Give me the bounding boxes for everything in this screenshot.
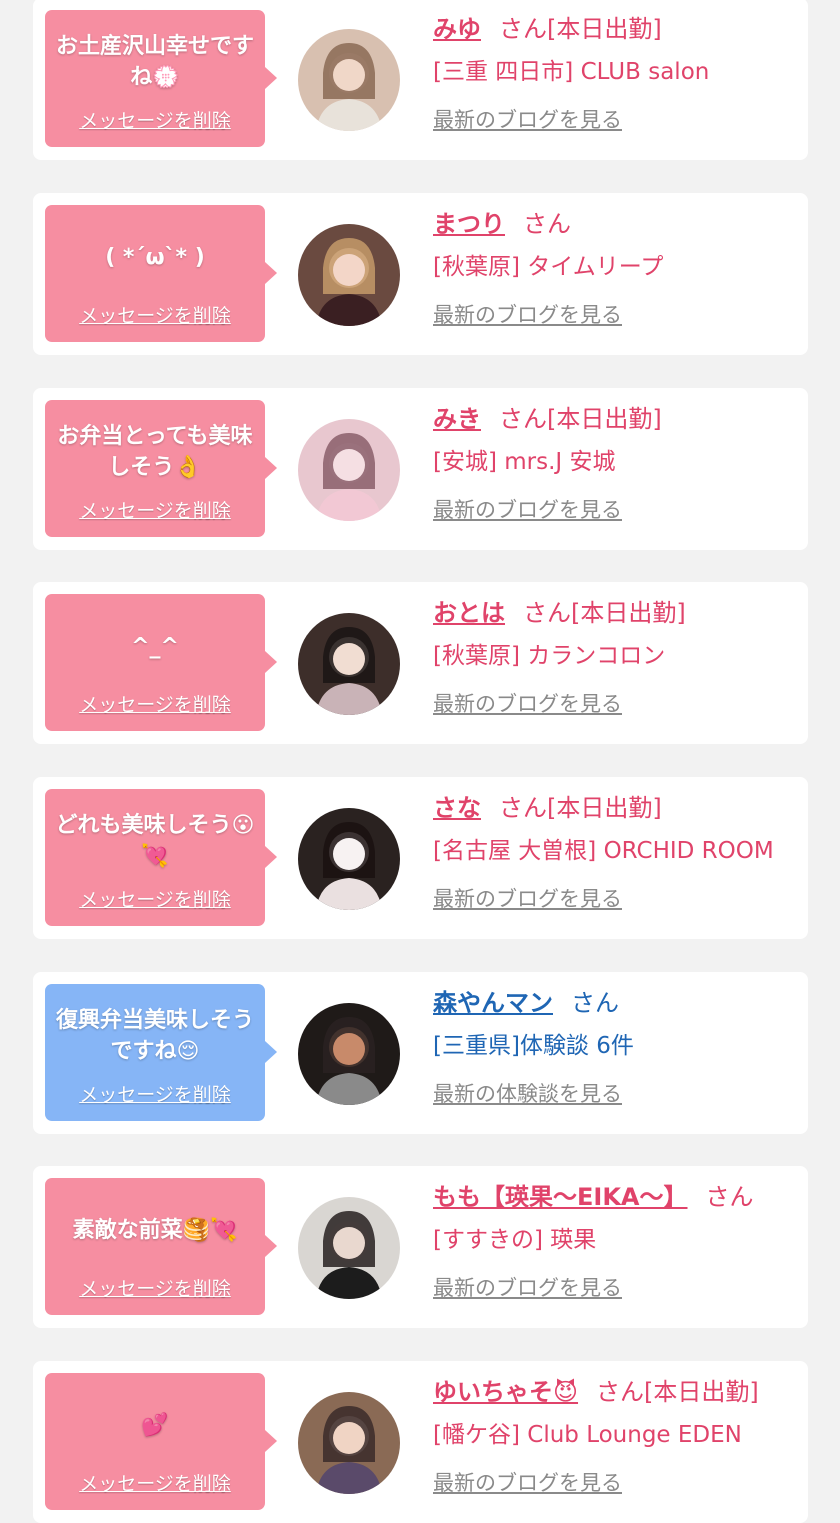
blog-link[interactable]: 最新のブログを見る (433, 1467, 803, 1497)
avatar-photo-icon (298, 224, 400, 326)
blog-link[interactable]: 最新のブログを見る (433, 494, 803, 524)
cast-info: もも【瑛果〜EIKA〜】 さん [すすきの] 瑛果 最新のブログを見る (433, 1180, 803, 1302)
cast-name-link[interactable]: さな (433, 794, 481, 822)
delete-message-link[interactable]: メッセージを削除 (45, 106, 265, 133)
cast-suffix: さん (571, 989, 619, 1017)
avatar[interactable] (298, 1197, 400, 1299)
cast-suffix: さん[本日出勤] (596, 1378, 759, 1406)
blog-link[interactable]: 最新のブログを見る (433, 688, 803, 718)
avatar-photo-icon (298, 613, 400, 715)
avatar[interactable] (298, 1392, 400, 1494)
avatar[interactable] (298, 808, 400, 910)
cast-name-line: もも【瑛果〜EIKA〜】 さん (433, 1180, 803, 1214)
delete-message-link[interactable]: メッセージを削除 (45, 885, 265, 912)
cast-suffix: さん (705, 1183, 754, 1211)
blog-link[interactable]: 最新の体験談を見る (433, 1078, 803, 1108)
blog-link[interactable]: 最新のブログを見る (433, 299, 803, 329)
cast-name-line: みゆ さん[本日出勤] (433, 12, 803, 46)
store-label: [秋葉原] カランコロン (433, 643, 666, 669)
store-label: [三重 四日市] CLUB salon (433, 59, 710, 85)
cast-name-line: ゆいちゃそ😈 さん[本日出勤] (433, 1375, 803, 1409)
cast-suffix: さん[本日出勤] (499, 15, 662, 43)
cast-name-link[interactable]: 森やんマン (433, 989, 553, 1017)
cast-name-link[interactable]: ゆいちゃそ😈 (433, 1378, 578, 1406)
store-label: [すすきの] 瑛果 (433, 1227, 597, 1253)
avatar-photo-icon (298, 419, 400, 521)
store-label: [秋葉原] タイムリープ (433, 254, 664, 280)
cast-info: 森やんマン さん [三重県]体験談 6件 最新の体験談を見る (433, 986, 803, 1108)
store-label: [幡ケ谷] Club Lounge EDEN (433, 1422, 742, 1448)
message-text: 復興弁当美味しそうですね😌 (55, 1008, 254, 1064)
avatar[interactable] (298, 1003, 400, 1105)
message-card-7: 素敵な前菜🥞💘 メッセージを削除 もも【瑛果〜EIKA〜】 さん [すすきの] 瑛… (33, 1166, 808, 1328)
message-bubble: ( *´ω`* ) メッセージを削除 (45, 205, 277, 342)
cast-name-link[interactable]: おとは (433, 599, 505, 627)
delete-message-link[interactable]: メッセージを削除 (45, 1274, 265, 1301)
message-text: 素敵な前菜🥞💘 (72, 1217, 238, 1243)
cast-name-link[interactable]: みゆ (433, 15, 481, 43)
avatar-photo-icon (298, 1392, 400, 1494)
message-bubble: 💕 メッセージを削除 (45, 1373, 277, 1510)
avatar-photo-icon (298, 1003, 400, 1105)
avatar[interactable] (298, 419, 400, 521)
delete-message-link[interactable]: メッセージを削除 (45, 301, 265, 328)
message-bubble: ^_^ メッセージを削除 (45, 594, 277, 731)
message-text: ( *´ω`* ) (105, 244, 205, 270)
message-text: お弁当とっても美味しそう👌 (57, 424, 253, 480)
message-bubble: 素敵な前菜🥞💘 メッセージを削除 (45, 1178, 277, 1315)
cast-info: ゆいちゃそ😈 さん[本日出勤] [幡ケ谷] Club Lounge EDEN 最新… (433, 1375, 803, 1497)
message-card-4: ^_^ メッセージを削除 おとは さん[本日出勤] [秋葉原] カランコロン 最新… (33, 582, 808, 744)
message-card-5: どれも美味しそう😮💘 メッセージを削除 さな さん[本日出勤] [名古屋 大曽根]… (33, 777, 808, 939)
message-text: ^_^ (131, 633, 179, 659)
message-card-8: 💕 メッセージを削除 ゆいちゃそ😈 さん[本日出勤] [幡ケ谷] Club Lou… (33, 1361, 808, 1523)
message-bubble: 復興弁当美味しそうですね😌 メッセージを削除 (45, 984, 277, 1121)
cast-suffix: さん[本日出勤] (523, 599, 686, 627)
delete-message-link[interactable]: メッセージを削除 (45, 1080, 265, 1107)
cast-name-link[interactable]: みき (433, 405, 481, 433)
message-bubble: お弁当とっても美味しそう👌 メッセージを削除 (45, 400, 277, 537)
cast-name-line: おとは さん[本日出勤] (433, 596, 803, 630)
cast-name-link[interactable]: もも【瑛果〜EIKA〜】 (433, 1183, 688, 1211)
cast-name-line: 森やんマン さん (433, 986, 803, 1020)
avatar[interactable] (298, 224, 400, 326)
cast-info: まつり さん [秋葉原] タイムリープ 最新のブログを見る (433, 207, 803, 329)
store-label: [名古屋 大曽根] ORCHID ROOM (433, 838, 774, 864)
message-card-2: ( *´ω`* ) メッセージを削除 まつり さん [秋葉原] タイムリープ 最新… (33, 193, 808, 355)
cast-name-link[interactable]: まつり (433, 210, 505, 238)
delete-message-link[interactable]: メッセージを削除 (45, 690, 265, 717)
cast-suffix: さん[本日出勤] (499, 794, 662, 822)
cast-name-line: みき さん[本日出勤] (433, 402, 803, 436)
message-text: お土産沢山幸せですね💮 (55, 34, 254, 90)
blog-link[interactable]: 最新のブログを見る (433, 883, 803, 913)
cast-info: おとは さん[本日出勤] [秋葉原] カランコロン 最新のブログを見る (433, 596, 803, 718)
message-card-3: お弁当とっても美味しそう👌 メッセージを削除 みき さん[本日出勤] [安城] m… (33, 388, 808, 550)
store-label: [安城] mrs.J 安城 (433, 449, 616, 475)
cast-name-line: まつり さん (433, 207, 803, 241)
avatar[interactable] (298, 613, 400, 715)
message-text: どれも美味しそう😮💘 (55, 813, 255, 869)
store-label: [三重県]体験談 6件 (433, 1033, 634, 1059)
blog-link[interactable]: 最新のブログを見る (433, 104, 803, 134)
message-bubble: お土産沢山幸せですね💮 メッセージを削除 (45, 10, 277, 147)
message-text: 💕 (141, 1412, 169, 1438)
message-card-1: お土産沢山幸せですね💮 メッセージを削除 みゆ さん[本日出勤] [三重 四日市]… (33, 0, 808, 160)
message-bubble: どれも美味しそう😮💘 メッセージを削除 (45, 789, 277, 926)
cast-info: みゆ さん[本日出勤] [三重 四日市] CLUB salon 最新のブログを見る (433, 12, 803, 134)
avatar-photo-icon (298, 29, 400, 131)
avatar-photo-icon (298, 808, 400, 910)
blog-link[interactable]: 最新のブログを見る (433, 1272, 803, 1302)
cast-name-line: さな さん[本日出勤] (433, 791, 803, 825)
delete-message-link[interactable]: メッセージを削除 (45, 496, 265, 523)
cast-suffix: さん[本日出勤] (499, 405, 662, 433)
cast-suffix: さん (523, 210, 571, 238)
avatar[interactable] (298, 29, 400, 131)
cast-info: みき さん[本日出勤] [安城] mrs.J 安城 最新のブログを見る (433, 402, 803, 524)
cast-info: さな さん[本日出勤] [名古屋 大曽根] ORCHID ROOM 最新のブログを… (433, 791, 803, 913)
message-card-6: 復興弁当美味しそうですね😌 メッセージを削除 森やんマン さん [三重県]体験談 … (33, 972, 808, 1134)
avatar-photo-icon (298, 1197, 400, 1299)
delete-message-link[interactable]: メッセージを削除 (45, 1469, 265, 1496)
